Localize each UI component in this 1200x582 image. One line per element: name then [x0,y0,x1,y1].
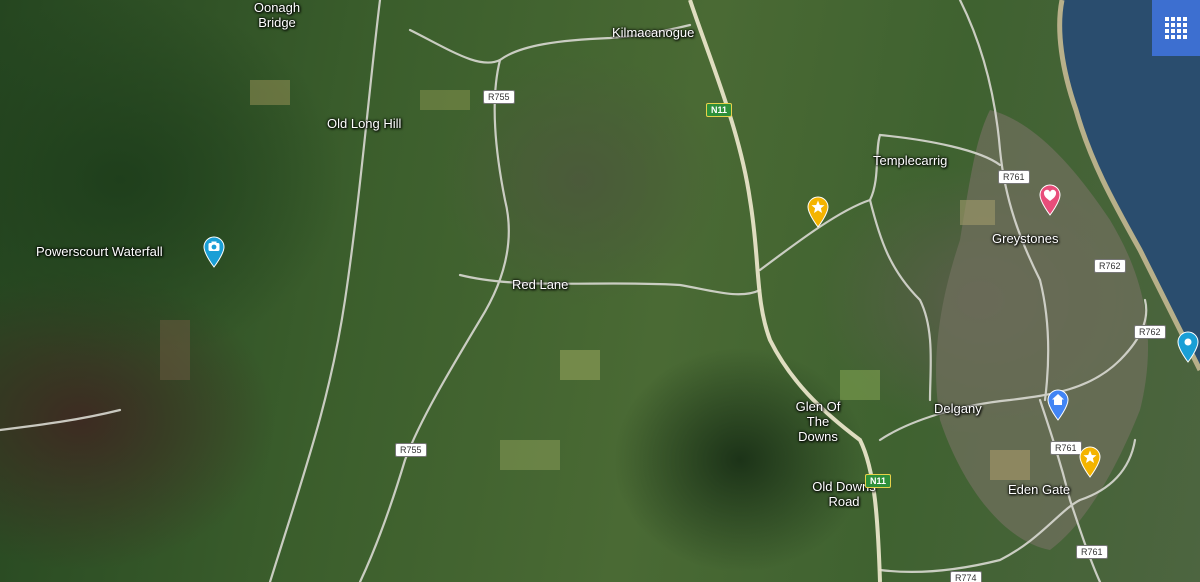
field-patch [560,350,600,380]
road-red-lane [458,273,762,296]
road-shield-r761: R761 [1050,441,1082,455]
road-shield-r761: R761 [998,170,1030,184]
road-r755 [358,58,510,582]
road-shield-r762: R762 [1094,259,1126,273]
star-icon[interactable] [806,196,830,228]
road-shield-r774: R774 [950,571,982,582]
label-delgany: Delgany [934,401,982,416]
road-shield-r755: R755 [483,90,515,104]
label-oonagh-bridge: Oonagh Bridge [253,0,301,30]
grid-icon [1165,17,1187,39]
road-west [0,408,122,432]
field-patch [250,80,290,105]
label-greystones: Greystones [992,231,1059,246]
field-patch [990,450,1030,480]
satellite-map[interactable]: Oonagh Bridge Kilmacanogue Old Long Hill… [0,0,1200,582]
location-icon[interactable] [1176,331,1200,363]
camera-icon[interactable] [202,236,226,268]
field-patch [160,320,190,380]
field-patch [420,90,470,110]
label-old-long-hill: Old Long Hill [327,116,402,131]
field-patch [840,370,880,400]
road-shield-n11: N11 [706,103,733,117]
field-patch [500,440,560,470]
home-icon[interactable] [1046,389,1070,421]
road-shield-r762: R762 [1134,325,1166,339]
apps-grid-button[interactable] [1152,0,1200,56]
road-shield-n11: N11 [865,474,892,488]
label-kilmacanogue: Kilmacanogue [612,25,695,40]
label-eden-gate: Eden Gate [1008,482,1071,497]
label-glen-of-the-downs: Glen Of The Downs [795,399,841,444]
road-shield-r761: R761 [1076,545,1108,559]
heart-icon[interactable] [1038,184,1062,216]
star-icon[interactable] [1078,446,1102,478]
label-powerscourt-waterfall: Powerscourt Waterfall [36,244,163,259]
field-patch [960,200,995,225]
road-shield-r755: R755 [395,443,427,457]
label-red-lane: Red Lane [512,277,569,292]
label-templecarrig: Templecarrig [873,153,948,168]
